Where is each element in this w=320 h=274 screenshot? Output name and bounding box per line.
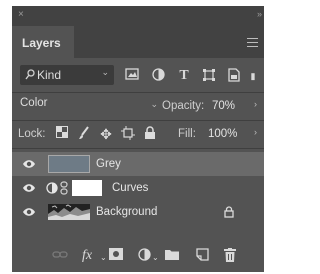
- layers-bottom-toolbar: fx ⌄ ⌄: [12, 238, 264, 272]
- adjustment-filter-icon[interactable]: [150, 68, 166, 84]
- lock-image-pixels-icon[interactable]: [76, 126, 92, 142]
- visibility-eye-icon[interactable]: [22, 159, 36, 169]
- mask-link-icon[interactable]: [60, 181, 68, 195]
- chevron-down-icon: ⌄: [101, 67, 109, 77]
- layer-thumbnail: [48, 155, 90, 173]
- filter-kind-select[interactable]: Kind ⌄: [20, 65, 114, 85]
- blend-mode-value: Color: [20, 97, 48, 109]
- filter-toggle-icon[interactable]: ▮: [248, 68, 258, 84]
- fx-icon[interactable]: fx: [78, 248, 96, 264]
- lock-all-icon[interactable]: [142, 126, 158, 142]
- new-group-icon[interactable]: [164, 248, 180, 264]
- delete-layer-icon[interactable]: [222, 248, 238, 264]
- tab-layers[interactable]: Layers: [12, 26, 74, 58]
- new-layer-icon[interactable]: [194, 248, 210, 264]
- layer-row-background[interactable]: Background: [12, 200, 264, 224]
- smart-object-filter-icon[interactable]: [226, 68, 242, 84]
- divider: [12, 92, 264, 93]
- shape-filter-icon[interactable]: [201, 68, 217, 84]
- fill-value[interactable]: 100%: [208, 128, 237, 140]
- hamburger-menu-icon[interactable]: [247, 38, 258, 50]
- lock-row: Lock: ✥ Fill: 100% ›: [12, 122, 264, 146]
- visibility-eye-icon[interactable]: [22, 183, 36, 193]
- new-adjustment-layer-icon[interactable]: [136, 248, 152, 264]
- filter-kind-label: Kind: [37, 68, 62, 82]
- layers-panel: × » Layers Kind ⌄ T ▮ Color ⌄ Opacity: 7…: [12, 6, 264, 272]
- layer-thumbnail: [48, 204, 90, 220]
- search-icon: [25, 69, 35, 80]
- panel-title-bar: × »: [12, 6, 264, 26]
- fx-dropdown-icon[interactable]: ⌄: [100, 250, 107, 266]
- lock-transparent-pixels-icon[interactable]: [54, 126, 70, 142]
- lock-label: Lock:: [18, 128, 46, 140]
- lock-artboard-icon[interactable]: [120, 126, 136, 142]
- add-mask-icon[interactable]: [108, 248, 124, 264]
- layer-name[interactable]: Curves: [112, 182, 148, 194]
- divider: [12, 148, 264, 149]
- blend-mode-select[interactable]: Color ⌄: [20, 97, 160, 115]
- fill-dropdown-icon[interactable]: ›: [254, 127, 257, 137]
- panel-tab-strip: Layers: [12, 26, 264, 58]
- layer-name[interactable]: Background: [96, 206, 157, 218]
- collapse-panel-icon[interactable]: »: [257, 9, 262, 19]
- divider: [12, 120, 264, 121]
- pixel-filter-icon[interactable]: [124, 68, 140, 84]
- lock-icon: [224, 206, 234, 218]
- fill-label: Fill:: [178, 128, 196, 140]
- adjustment-layer-icon: [46, 182, 58, 194]
- opacity-dropdown-icon[interactable]: ›: [254, 99, 257, 109]
- adjustment-dropdown-icon[interactable]: ⌄: [152, 250, 159, 266]
- layer-name[interactable]: Grey: [96, 158, 121, 170]
- link-layers-icon[interactable]: [52, 248, 68, 264]
- type-filter-icon[interactable]: T: [176, 68, 192, 84]
- opacity-label: Opacity:: [162, 100, 205, 112]
- layer-row-curves[interactable]: Curves: [12, 176, 264, 200]
- visibility-eye-icon[interactable]: [22, 207, 36, 217]
- layer-filter-row: Kind ⌄ T ▮: [12, 62, 264, 90]
- opacity-value[interactable]: 70%: [212, 100, 235, 112]
- lock-position-icon[interactable]: ✥: [98, 126, 114, 142]
- layer-mask-thumbnail: [72, 180, 102, 196]
- close-panel-icon[interactable]: ×: [18, 9, 24, 20]
- layer-row-grey[interactable]: Grey: [12, 152, 264, 176]
- blend-row: Color ⌄ Opacity: 70% ›: [12, 94, 264, 118]
- chevron-down-icon: ⌄: [150, 99, 158, 109]
